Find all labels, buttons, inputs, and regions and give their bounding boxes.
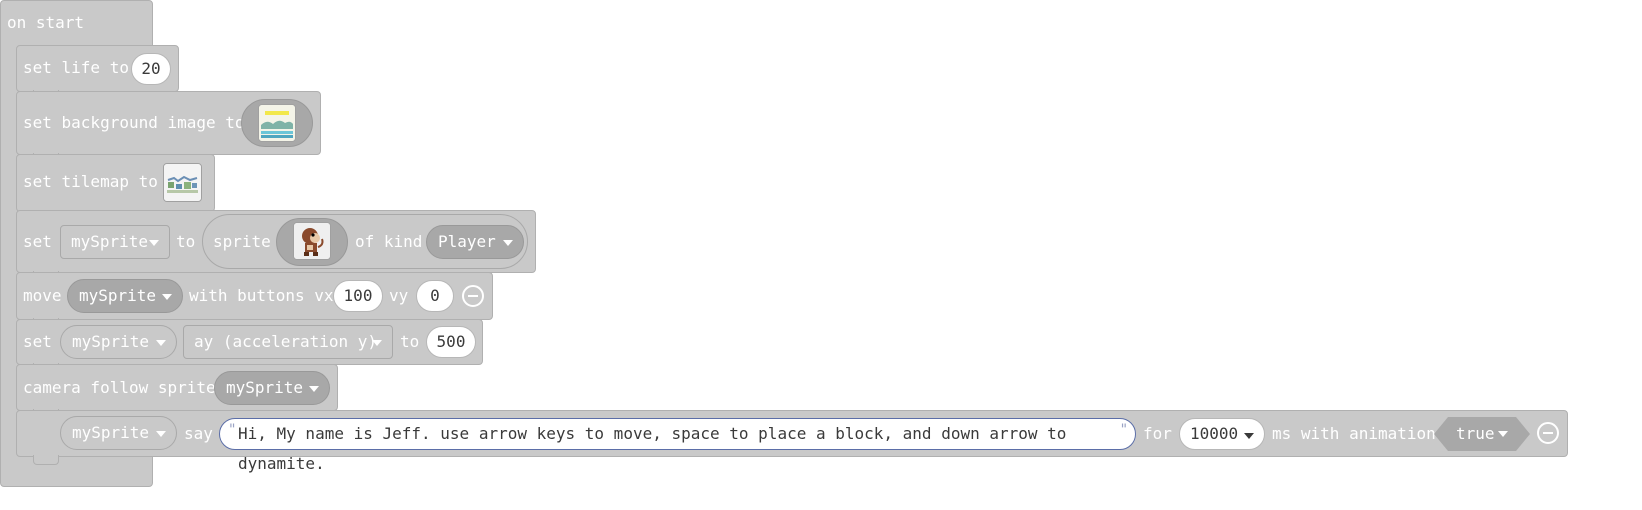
sprite-label: sprite (213, 232, 271, 251)
for-label: for (1143, 424, 1172, 443)
say-text-field[interactable]: " Hi, My name is Jeff. use arrow keys to… (219, 418, 1136, 473)
chevron-down-icon (1498, 431, 1508, 437)
property-dropdown[interactable]: ay (acceleration y) (183, 325, 393, 359)
set-sprite-to-label: to (176, 232, 196, 251)
close-quote-icon: " (1119, 422, 1128, 438)
background-image-icon[interactable] (258, 104, 296, 142)
say-label: say (184, 424, 213, 443)
ms-with-animation-label: ms with animation (1272, 424, 1436, 443)
with-buttons-vx-label: with buttons vx (189, 286, 334, 305)
set-accel-set-label: set (23, 332, 52, 351)
say-sprite-dropdown[interactable]: mySprite (60, 416, 177, 450)
chevron-down-icon (156, 431, 166, 437)
chevron-down-icon (162, 294, 172, 300)
remove-parameter-icon[interactable] (462, 285, 484, 307)
say-text-value: Hi, My name is Jeff. use arrow keys to m… (238, 424, 1067, 473)
vx-value-field[interactable]: 100 (333, 280, 383, 312)
set-life-label: set life to (23, 58, 129, 77)
duration-dropdown[interactable]: 10000 (1179, 418, 1265, 450)
open-quote-icon: " (228, 422, 237, 438)
set-tilemap-label: set tilemap to (23, 172, 158, 191)
remove-parameter-icon[interactable] (1537, 422, 1559, 444)
chevron-down-icon (372, 340, 382, 346)
set-accel-to-label: to (400, 332, 420, 351)
monkey-sprite-icon[interactable] (293, 222, 331, 260)
animation-toggle-dropdown[interactable]: true (1434, 417, 1530, 451)
on-start-label: on start (7, 13, 85, 32)
move-label: move (23, 286, 62, 305)
move-sprite-dropdown[interactable]: mySprite (67, 279, 183, 313)
set-background-label: set background image to (23, 113, 245, 132)
camera-sprite-dropdown[interactable]: mySprite (214, 371, 330, 405)
acceleration-value-field[interactable]: 500 (426, 326, 476, 358)
sprite-variable-dropdown[interactable]: mySprite (60, 225, 170, 259)
vy-label: vy (389, 286, 409, 305)
of-kind-label: of kind (355, 232, 423, 251)
set-sprite-set-label: set (23, 232, 52, 251)
kind-dropdown[interactable]: Player (426, 225, 524, 259)
chevron-down-icon (503, 240, 513, 246)
chevron-down-icon (156, 340, 166, 346)
chevron-down-icon (149, 240, 159, 246)
vy-value-field[interactable]: 0 (416, 280, 454, 312)
chevron-down-icon (1244, 433, 1254, 439)
camera-follow-label: camera follow sprite (23, 378, 216, 397)
accel-sprite-dropdown[interactable]: mySprite (60, 325, 177, 359)
tilemap-icon[interactable] (163, 163, 202, 202)
chevron-down-icon (309, 386, 319, 392)
life-value-field[interactable]: 20 (131, 53, 171, 85)
